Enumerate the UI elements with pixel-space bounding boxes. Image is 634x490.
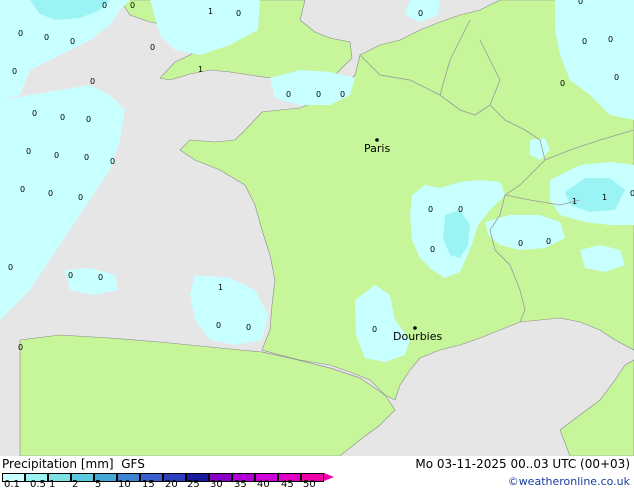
grid-value: 0 bbox=[608, 35, 613, 44]
grid-value: 1 bbox=[602, 193, 607, 202]
grid-value: 0 bbox=[578, 0, 583, 6]
grid-value: 0 bbox=[68, 271, 73, 280]
scale-tick-label: 0.5 bbox=[30, 479, 46, 490]
grid-value: 0 bbox=[12, 67, 17, 76]
scale-tick-label: 10 bbox=[118, 479, 131, 490]
scale-tick-label: 35 bbox=[234, 479, 247, 490]
precipitation-map: Paris Dourbies 0 0 00001 01000 0 000 00000 0 00 0… bbox=[0, 0, 634, 490]
grid-value: 0 bbox=[546, 237, 551, 246]
grid-value: 0 bbox=[32, 109, 37, 118]
grid-value: 1 bbox=[572, 197, 577, 206]
grid-value: 0 bbox=[20, 185, 25, 194]
grid-value: 0 bbox=[90, 77, 95, 86]
grid-value: 0 bbox=[60, 113, 65, 122]
grid-value: 0 bbox=[54, 151, 59, 160]
grid-value: 0 bbox=[84, 153, 89, 162]
scale-tick-label: 20 bbox=[165, 479, 178, 490]
grid-value: 0 bbox=[246, 323, 251, 332]
grid-value: 1 bbox=[218, 283, 223, 292]
grid-value: 0 bbox=[8, 263, 13, 272]
grid-value: 0 bbox=[110, 157, 115, 166]
grid-value: 1 bbox=[198, 65, 203, 74]
grid-value: 0 bbox=[26, 147, 31, 156]
grid-value: 0 bbox=[518, 239, 523, 248]
scale-tick-label: 40 bbox=[257, 479, 270, 490]
grid-value: 0 bbox=[98, 273, 103, 282]
grid-value: 1 bbox=[208, 7, 213, 16]
grid-value: 0 bbox=[340, 90, 345, 99]
scale-tick-label: 45 bbox=[281, 479, 294, 490]
grid-value: 0 bbox=[630, 189, 634, 198]
grid-value: 0 bbox=[18, 29, 23, 38]
grid-value: 0 bbox=[102, 1, 107, 10]
city-label-paris: Paris bbox=[364, 142, 390, 155]
grid-value: 0 bbox=[430, 245, 435, 254]
scale-tick-label: 0.1 bbox=[4, 479, 20, 490]
grid-value: 0 bbox=[78, 193, 83, 202]
city-label-dourbies: Dourbies bbox=[393, 330, 443, 343]
grid-value: 0 bbox=[372, 325, 377, 334]
grid-value: 0 bbox=[316, 90, 321, 99]
scale-tick-label: 5 bbox=[95, 479, 102, 490]
scale-tick-label: 30 bbox=[210, 479, 223, 490]
scale-tick-label: 50 bbox=[303, 479, 316, 490]
grid-value: 0 bbox=[216, 321, 221, 330]
scale-tick-label: 2 bbox=[72, 479, 79, 490]
valid-time: Mo 03-11-2025 00..03 UTC (00+03) bbox=[415, 457, 630, 471]
grid-value: 0 bbox=[18, 343, 23, 352]
grid-value: 0 bbox=[70, 37, 75, 46]
grid-value: 0 bbox=[44, 33, 49, 42]
legend-title-text: Precipitation [mm] bbox=[2, 457, 114, 471]
grid-value: 0 bbox=[428, 205, 433, 214]
grid-value: 0 bbox=[150, 43, 155, 52]
grid-value: 0 bbox=[418, 9, 423, 18]
legend-footer: Precipitation [mm] GFS Mo 03-11-2025 00.… bbox=[0, 456, 634, 490]
grid-value: 0 bbox=[458, 205, 463, 214]
grid-value: 0 bbox=[582, 37, 587, 46]
scale-tick-label: 15 bbox=[142, 479, 155, 490]
grid-value: 0 bbox=[286, 90, 291, 99]
grid-value: 0 bbox=[560, 79, 565, 88]
grid-value: 0 bbox=[130, 1, 135, 10]
model-name: GFS bbox=[121, 457, 145, 471]
credit-link[interactable]: ©weatheronline.co.uk bbox=[508, 475, 630, 488]
legend-title: Precipitation [mm] GFS bbox=[2, 457, 145, 471]
grid-value: 0 bbox=[614, 73, 619, 82]
scale-tick-label: 25 bbox=[187, 479, 200, 490]
scale-arrow bbox=[324, 473, 334, 481]
grid-value: 0 bbox=[48, 189, 53, 198]
grid-value: 0 bbox=[86, 115, 91, 124]
scale-tick-label: 1 bbox=[49, 479, 56, 490]
grid-value: 0 bbox=[236, 9, 241, 18]
